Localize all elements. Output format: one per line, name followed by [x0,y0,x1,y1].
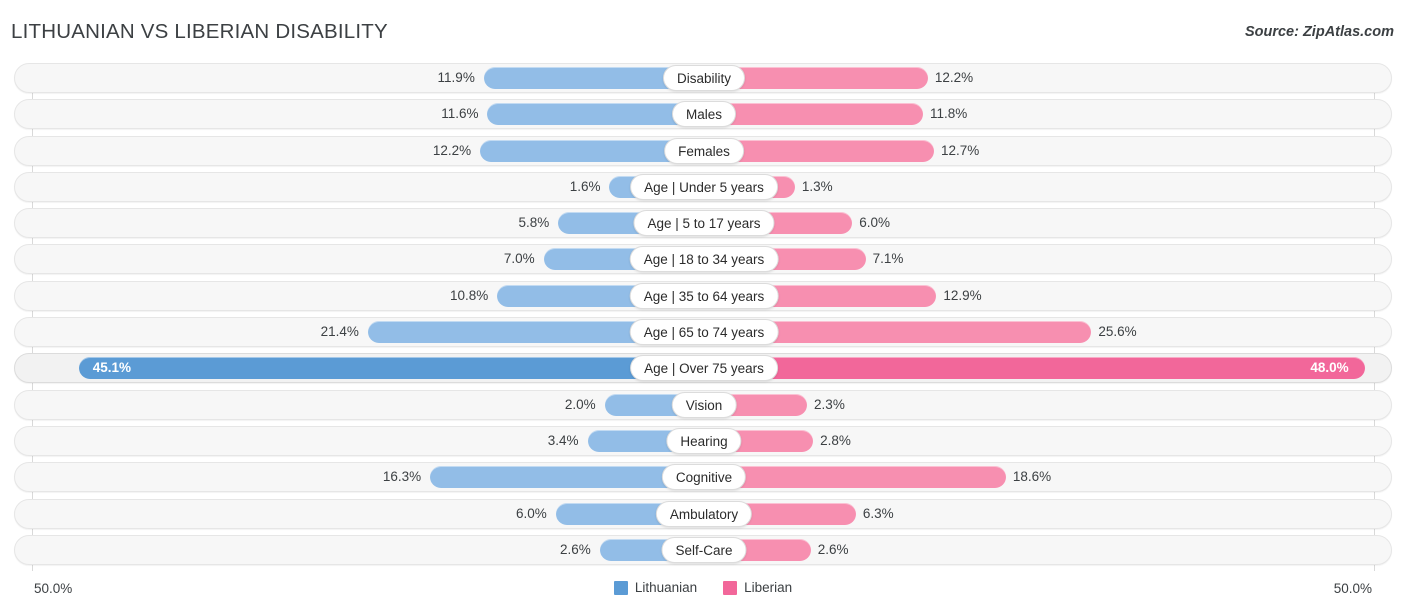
value-label-liberian: 12.7% [940,142,980,158]
chart-header: LITHUANIAN VS LIBERIAN DISABILITY Source… [0,0,1406,56]
chart-legend: Lithuanian Liberian [0,580,1406,595]
table-row[interactable]: 5.8% 6.0% Age | 5 to 17 years [14,208,1392,239]
value-label-lithuanian: 45.1% [92,360,132,376]
legend-item[interactable]: Lithuanian [613,580,698,595]
category-label: Age | Over 75 years [630,355,778,382]
bar-rows-container: 11.9% 12.2% Disability 11.6% 11.8% Males 12.2%… [14,63,1392,571]
table-row[interactable]: 2.6% 2.6% Self-Care [14,534,1392,565]
value-label-liberian: 6.0% [859,215,890,231]
category-label: Cognitive [661,464,747,491]
chart-plot-area: 11.9% 12.2% Disability 11.6% 11.8% Males 12.2%… [0,57,1406,577]
value-label-lithuanian: 2.6% [559,541,591,557]
legend-label: Lithuanian [634,580,698,595]
table-row[interactable]: 11.9% 12.2% Disability [14,63,1392,93]
legend-swatch-icon [613,580,628,595]
value-label-liberian: 18.6% [1012,469,1052,485]
category-label: Females [664,137,744,164]
value-label-lithuanian: 11.6% [441,106,479,122]
category-label: Age | 35 to 64 years [629,282,779,309]
table-row[interactable]: 45.1% 48.0% Age | Over 75 years [14,353,1392,384]
value-label-lithuanian: 7.0% [503,251,535,267]
value-label-liberian: 25.6% [1098,324,1137,340]
value-label-liberian: 12.9% [943,287,982,303]
table-row[interactable]: 1.6% 1.3% Age | Under 5 years [14,171,1392,202]
category-label: Age | Under 5 years [630,173,778,200]
table-row[interactable]: 10.8% 12.9% Age | 35 to 64 years [14,280,1392,311]
category-label: Ambulatory [655,500,753,527]
value-label-lithuanian: 5.8% [518,215,550,231]
value-label-lithuanian: 3.4% [547,432,579,448]
table-row[interactable]: 6.0% 6.3% Ambulatory [14,498,1392,529]
category-label: Hearing [666,427,742,454]
bar-lithuanian [78,357,704,380]
category-label: Disability [662,65,746,91]
legend-swatch-icon [723,580,738,595]
value-label-lithuanian: 11.9% [437,70,475,85]
category-label: Self-Care [661,536,747,563]
value-label-lithuanian: 16.3% [382,469,422,485]
category-label: Age | 65 to 74 years [629,319,779,346]
value-label-lithuanian: 2.0% [564,396,596,412]
bar-liberian [704,357,1365,380]
table-row[interactable]: 21.4% 25.6% Age | 65 to 74 years [14,317,1392,348]
value-label-liberian: 2.6% [817,541,849,557]
value-label-liberian: 11.8% [929,106,968,122]
category-label: Males [671,101,737,128]
table-row[interactable]: 16.3% 18.6% Cognitive [14,462,1392,493]
legend-item[interactable]: Liberian [723,580,792,595]
bar-liberian [704,103,923,126]
table-row[interactable]: 12.2% 12.7% Females [14,135,1392,166]
table-row[interactable]: 7.0% 7.1% Age | 18 to 34 years [14,244,1392,275]
value-label-lithuanian: 6.0% [516,505,547,521]
page-title: LITHUANIAN VS LIBERIAN DISABILITY [11,20,388,43]
category-label: Age | 18 to 34 years [629,246,779,273]
legend-label: Liberian [744,580,793,595]
value-label-lithuanian: 10.8% [449,287,489,303]
value-label-lithuanian: 12.2% [432,142,472,158]
table-row[interactable]: 2.0% 2.3% Vision [14,389,1392,420]
value-label-liberian: 48.0% [1310,360,1349,376]
value-label-liberian: 12.2% [934,70,974,85]
chart-footer: 50.0% 50.0% Lithuanian Liberian [0,577,1406,612]
value-label-lithuanian: 1.6% [569,178,601,194]
value-label-liberian: 7.1% [872,251,904,267]
bar-liberian [704,466,1006,489]
value-label-liberian: 2.8% [820,432,851,448]
category-label: Vision [671,391,737,418]
category-label: Age | 5 to 17 years [633,210,775,237]
value-label-lithuanian: 21.4% [320,324,359,340]
table-row[interactable]: 11.6% 11.8% Males [14,99,1392,130]
value-label-liberian: 6.3% [862,505,894,521]
source-attribution: Source: ZipAtlas.com [1244,24,1394,40]
value-label-liberian: 1.3% [801,178,833,194]
value-label-liberian: 2.3% [814,396,845,412]
table-row[interactable]: 3.4% 2.8% Hearing [14,425,1392,456]
